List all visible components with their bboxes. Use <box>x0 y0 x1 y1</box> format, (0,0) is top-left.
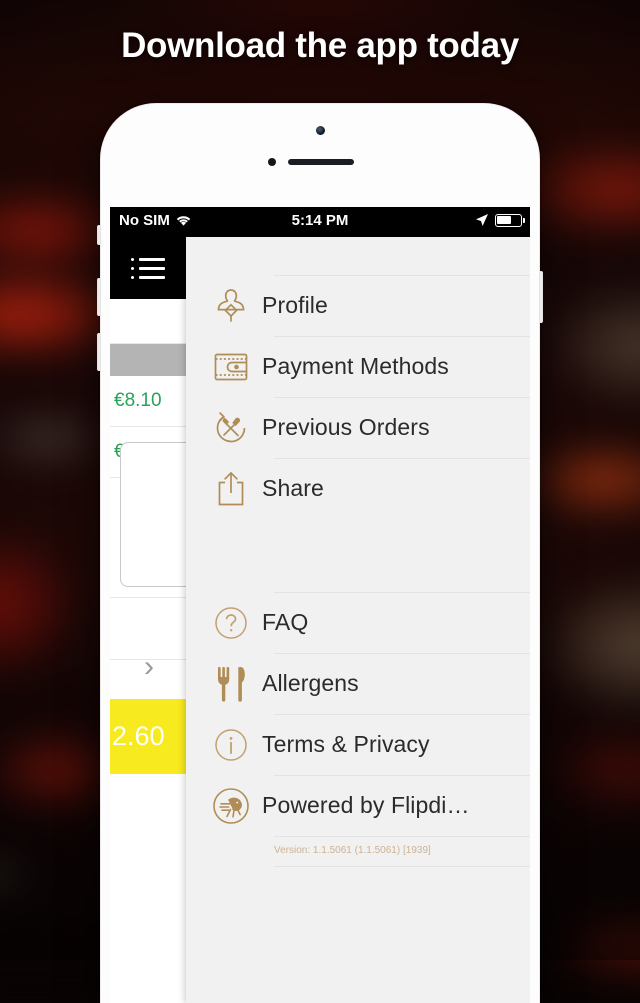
drawer-item-label: Powered by Flipdi… <box>262 792 470 818</box>
front-camera-icon <box>315 126 325 135</box>
phone-screen: No SIM 5:14 PM €8.10 › 2.60 Profile Paym… <box>110 207 530 1003</box>
drawer-item-label: Profile <box>262 292 328 318</box>
earpiece-speaker-icon <box>288 159 354 165</box>
drawer-section-gap <box>186 519 530 592</box>
phone-mockup: No SIM 5:14 PM €8.10 › 2.60 Profile Paym… <box>97 103 543 1003</box>
drawer-item-payment-methods[interactable]: Payment Methods <box>186 336 530 397</box>
previous-orders-icon <box>200 410 262 446</box>
question-mark-icon <box>200 606 262 640</box>
order-price: €8.10 <box>114 390 162 411</box>
drawer-item-label: Terms & Privacy <box>262 731 430 757</box>
hamburger-menu-icon <box>131 257 165 279</box>
order-total-bar[interactable]: 2.60 <box>110 699 186 774</box>
order-total-amount: 2.60 <box>112 721 165 751</box>
drawer-item-allergens[interactable]: Allergens <box>186 653 530 714</box>
order-row-price[interactable]: €8.10 <box>110 376 186 427</box>
phone-volume-down-button <box>97 333 101 371</box>
chevron-right-icon[interactable]: › <box>144 650 154 684</box>
wallet-icon <box>200 351 262 383</box>
order-row-blank <box>110 299 186 344</box>
drawer-item-label: FAQ <box>262 609 309 635</box>
drawer-top-spacer <box>186 237 530 275</box>
drawer-item-label: Previous Orders <box>262 414 430 440</box>
order-section-header <box>110 344 186 376</box>
proximity-sensor-icon <box>268 158 276 166</box>
drawer-item-label: Share <box>262 475 324 501</box>
status-bar-right <box>475 213 525 227</box>
drawer-item-powered-by[interactable]: Powered by Flipdi… <box>186 775 530 836</box>
drawer-item-terms-privacy[interactable]: Terms & Privacy <box>186 714 530 775</box>
info-icon <box>200 728 262 762</box>
flipdish-logo-icon <box>200 787 262 825</box>
battery-icon <box>495 213 525 227</box>
status-bar-time: 5:14 PM <box>291 212 349 229</box>
fork-knife-icon <box>200 666 262 702</box>
phone-volume-up-button <box>97 278 101 316</box>
side-drawer: Profile Payment Methods Previous Orders … <box>186 237 530 1003</box>
page-title: Download the app today <box>121 26 519 65</box>
app-version-label: Version: 1.1.5061 (1.1.5061) [1939] <box>186 836 530 867</box>
drawer-item-label: Allergens <box>262 670 359 696</box>
location-arrow-icon <box>476 214 488 226</box>
drawer-item-profile[interactable]: Profile <box>186 275 530 336</box>
phone-power-button <box>539 271 543 323</box>
drawer-item-faq[interactable]: FAQ <box>186 592 530 653</box>
status-bar: No SIM 5:14 PM <box>110 207 530 237</box>
menu-button[interactable] <box>110 237 186 299</box>
drawer-item-share[interactable]: Share <box>186 458 530 519</box>
profile-icon <box>200 287 262 325</box>
phone-mute-switch <box>97 225 101 245</box>
drawer-item-previous-orders[interactable]: Previous Orders <box>186 397 530 458</box>
share-icon <box>200 471 262 507</box>
drawer-item-label: Payment Methods <box>262 353 449 379</box>
